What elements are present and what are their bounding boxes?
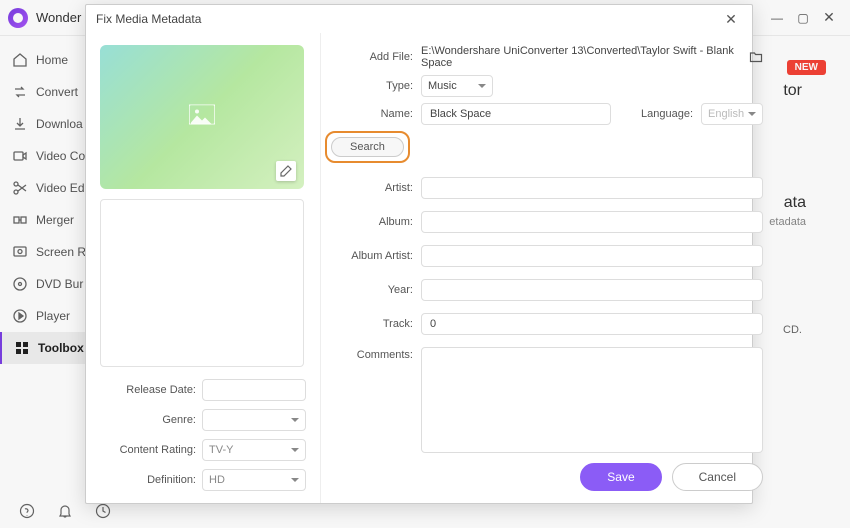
albumartist-input[interactable] xyxy=(421,245,763,267)
year-input[interactable] xyxy=(421,279,763,301)
image-placeholder-icon xyxy=(189,104,215,129)
genre-label: Genre: xyxy=(100,414,196,426)
comments-input[interactable] xyxy=(421,347,763,453)
releasedate-label: Release Date: xyxy=(100,384,196,396)
name-input[interactable] xyxy=(421,103,611,125)
dialog-close-button[interactable]: ✕ xyxy=(720,8,742,30)
name-label: Name: xyxy=(321,108,413,120)
save-button[interactable]: Save xyxy=(580,463,661,491)
contentrating-select[interactable]: TV-Y xyxy=(202,439,306,461)
albumartist-label: Album Artist: xyxy=(321,250,413,262)
track-label: Track: xyxy=(321,318,413,330)
edit-cover-button[interactable] xyxy=(276,161,296,181)
type-label: Type: xyxy=(321,80,413,92)
definition-label: Definition: xyxy=(100,474,196,486)
year-label: Year: xyxy=(321,284,413,296)
album-label: Album: xyxy=(321,216,413,228)
album-input[interactable] xyxy=(421,211,763,233)
dialog-left-pane: Release Date: Genre: Content Rating: TV-Y… xyxy=(86,33,321,503)
releasedate-input[interactable] xyxy=(202,379,306,401)
genre-select[interactable] xyxy=(202,409,306,431)
addfile-value: E:\Wondershare UniConverter 13\Converted… xyxy=(421,45,741,69)
comments-label: Comments: xyxy=(321,347,413,361)
artist-label: Artist: xyxy=(321,182,413,194)
cover-thumbnail xyxy=(100,45,304,189)
contentrating-label: Content Rating: xyxy=(100,444,196,456)
track-input[interactable] xyxy=(421,313,763,335)
dialog-title: Fix Media Metadata xyxy=(96,12,201,26)
language-label: Language: xyxy=(641,108,693,120)
definition-select[interactable]: HD xyxy=(202,469,306,491)
cancel-button[interactable]: Cancel xyxy=(672,463,763,491)
fix-metadata-dialog: Fix Media Metadata ✕ Release Date: Genre… xyxy=(85,4,753,504)
type-select[interactable]: Music xyxy=(421,75,493,97)
language-select[interactable]: English xyxy=(701,103,763,125)
artist-input[interactable] xyxy=(421,177,763,199)
search-highlight-ring: Search xyxy=(325,131,410,163)
folder-icon[interactable] xyxy=(749,50,763,64)
addfile-label: Add File: xyxy=(321,51,413,63)
search-button[interactable]: Search xyxy=(331,137,404,157)
dialog-right-pane: Add File: E:\Wondershare UniConverter 13… xyxy=(321,33,781,503)
lyrics-box[interactable] xyxy=(100,199,304,367)
